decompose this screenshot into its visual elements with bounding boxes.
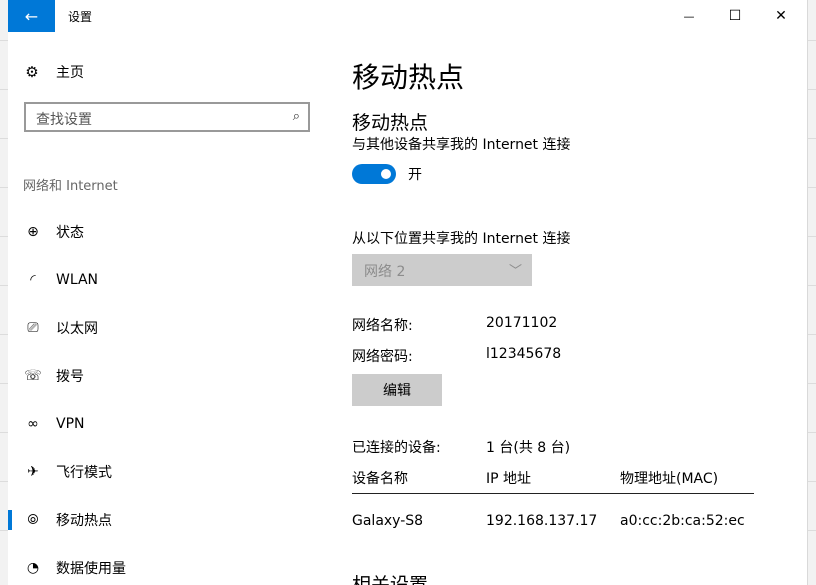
maximize-button[interactable]: ☐ <box>712 0 758 32</box>
sidebar-item-airplane-mode[interactable]: ✈ 飞行模式 <box>8 448 332 496</box>
ethernet-icon: ⎚ <box>27 320 39 336</box>
sidebar-item-label: 拨号 <box>56 369 84 385</box>
data-usage-icon: ◔ <box>26 560 40 576</box>
wifi-icon: ◜ <box>30 272 36 288</box>
connected-devices-count: 1 台(共 8 台) <box>486 440 571 456</box>
network-password-label: 网络密码: <box>352 349 413 365</box>
sidebar-item-label: WLAN <box>56 272 99 288</box>
sidebar-item-label: 以太网 <box>56 321 98 337</box>
device-name-cell: Galaxy-S8 <box>352 513 424 529</box>
sidebar-item-dialup[interactable]: ☏ 拨号 <box>8 352 332 400</box>
title-bar: ← 设置 — ☐ ✕ <box>8 0 807 32</box>
chevron-down-icon: ﹀ <box>508 264 522 279</box>
sidebar-item-status[interactable]: ⊕ 状态 <box>8 208 332 256</box>
sidebar-home[interactable]: ⚙ 主页 <box>24 62 84 82</box>
maximize-icon: ☐ <box>728 8 742 24</box>
sidebar-item-label: 数据使用量 <box>56 561 126 577</box>
sidebar-item-label: 移动热点 <box>56 513 112 529</box>
search-input[interactable]: 查找设置 ⌕ <box>24 102 310 132</box>
globe-icon: ⊕ <box>27 224 39 240</box>
related-settings-title: 相关设置 <box>352 574 429 585</box>
connection-select-value: 网络 2 <box>364 264 406 280</box>
home-label: 主页 <box>56 65 84 81</box>
back-button[interactable]: ← <box>8 0 55 32</box>
device-mac-cell: a0:cc:2b:ca:52:ec <box>620 513 745 529</box>
table-header-ip: IP 地址 <box>486 471 532 487</box>
settings-window: ← 设置 — ☐ ✕ ⚙ 主页 查找设置 ⌕ 网络和 Internet ⊕ 状态 <box>0 0 816 585</box>
network-password-value: l12345678 <box>486 346 562 362</box>
window-title: 设置 <box>68 10 93 24</box>
nav-group-label: 网络和 Internet <box>23 179 118 194</box>
minimize-icon: — <box>683 9 695 23</box>
sidebar-item-data-usage[interactable]: ◔ 数据使用量 <box>8 544 332 585</box>
share-from-label: 从以下位置共享我的 Internet 连接 <box>352 231 571 247</box>
network-name-label: 网络名称: <box>352 318 413 334</box>
minimize-button[interactable]: — <box>666 0 712 32</box>
network-name-value: 20171102 <box>486 315 558 331</box>
sidebar: ⚙ 主页 查找设置 ⌕ 网络和 Internet ⊕ 状态 ◜ WLAN ⎚ 以… <box>8 32 332 585</box>
sidebar-item-ethernet[interactable]: ⎚ 以太网 <box>8 304 332 352</box>
close-icon: ✕ <box>775 8 787 24</box>
gear-icon: ⚙ <box>25 63 39 81</box>
sidebar-item-mobile-hotspot[interactable]: ⦾ 移动热点 <box>8 496 332 544</box>
hotspot-icon: ⦾ <box>27 512 39 528</box>
toggle-knob <box>381 169 391 179</box>
edit-button[interactable]: 编辑 <box>352 374 442 406</box>
main-content: 移动热点 移动热点 与其他设备共享我的 Internet 连接 开 从以下位置共… <box>352 32 806 585</box>
back-arrow-icon: ← <box>24 6 39 26</box>
dialup-icon: ☏ <box>24 368 42 384</box>
device-ip-cell: 192.168.137.17 <box>486 513 598 529</box>
sidebar-item-label: VPN <box>56 416 85 432</box>
share-label: 与其他设备共享我的 Internet 连接 <box>352 137 571 153</box>
search-placeholder: 查找设置 <box>36 112 92 128</box>
connection-select[interactable]: 网络 2 ﹀ <box>352 254 532 286</box>
sidebar-item-wlan[interactable]: ◜ WLAN <box>8 256 332 304</box>
connected-devices-label: 已连接的设备: <box>352 440 441 456</box>
table-divider <box>352 493 754 494</box>
close-button[interactable]: ✕ <box>758 0 804 32</box>
sidebar-item-label: 状态 <box>56 225 84 241</box>
background-window-right <box>807 0 816 585</box>
toggle-state-label: 开 <box>408 167 422 183</box>
hotspot-toggle[interactable] <box>352 164 396 184</box>
nav-list: ⊕ 状态 ◜ WLAN ⎚ 以太网 ☏ 拨号 ∞ VPN ✈ 飞行模式 ⦾ 移动… <box>8 208 332 585</box>
sidebar-item-label: 飞行模式 <box>56 465 112 481</box>
airplane-icon: ✈ <box>27 464 39 480</box>
search-icon: ⌕ <box>292 109 300 124</box>
sidebar-item-vpn[interactable]: ∞ VPN <box>8 400 332 448</box>
vpn-icon: ∞ <box>27 416 39 432</box>
table-header-device-name: 设备名称 <box>352 471 408 487</box>
section-title: 移动热点 <box>352 112 429 134</box>
table-header-mac: 物理地址(MAC) <box>620 471 719 487</box>
page-title: 移动热点 <box>352 61 465 94</box>
